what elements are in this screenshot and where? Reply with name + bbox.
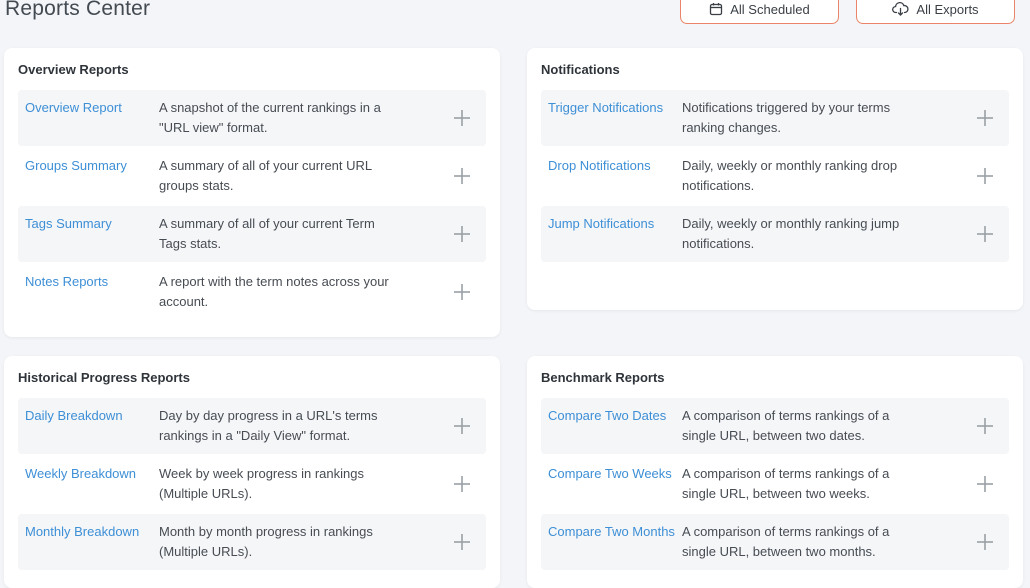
report-row-daily-breakdown: Daily Breakdown Day by day progress in a… [18, 398, 486, 454]
plus-icon[interactable] [452, 282, 472, 302]
report-row-drop-notifications: Drop Notifications Daily, weekly or mont… [541, 148, 1009, 204]
report-description: A report with the term notes across your… [159, 274, 389, 309]
report-link[interactable]: Weekly Breakdown [18, 456, 159, 481]
report-row-monthly-breakdown: Monthly Breakdown Month by month progres… [18, 514, 486, 570]
report-description: A summary of all of your current URL gro… [159, 158, 372, 193]
report-row-weekly-breakdown: Weekly Breakdown Week by week progress i… [18, 456, 486, 512]
notifications-card: Notifications Trigger Notifications Noti… [527, 48, 1023, 310]
report-row-compare-two-weeks: Compare Two Weeks A comparison of terms … [541, 456, 1009, 512]
card-title: Overview Reports [18, 62, 129, 77]
benchmark-reports-card: Benchmark Reports Compare Two Dates A co… [527, 356, 1023, 588]
report-row-tags-summary: Tags Summary A summary of all of your cu… [18, 206, 486, 262]
report-description: A snapshot of the current rankings in a … [159, 100, 381, 135]
report-link[interactable]: Tags Summary [18, 206, 159, 231]
plus-icon[interactable] [452, 474, 472, 494]
plus-icon[interactable] [452, 224, 472, 244]
plus-icon[interactable] [975, 224, 995, 244]
plus-icon[interactable] [452, 416, 472, 436]
report-description: Month by month progress in rankings (Mul… [159, 524, 373, 559]
plus-icon[interactable] [975, 416, 995, 436]
report-description: A comparison of terms rankings of a sing… [682, 408, 890, 443]
report-link[interactable]: Daily Breakdown [18, 398, 159, 423]
overview-reports-card: Overview Reports Overview Report A snaps… [4, 48, 500, 337]
all-scheduled-button[interactable]: All Scheduled [680, 0, 839, 24]
report-link[interactable]: Trigger Notifications [541, 90, 682, 115]
report-link[interactable]: Monthly Breakdown [18, 514, 159, 539]
report-description: Daily, weekly or monthly ranking drop no… [682, 158, 898, 193]
plus-icon[interactable] [975, 474, 995, 494]
card-title: Notifications [541, 62, 620, 77]
report-link[interactable]: Compare Two Weeks [541, 456, 682, 481]
card-title: Benchmark Reports [541, 370, 665, 385]
plus-icon[interactable] [975, 166, 995, 186]
report-link[interactable]: Drop Notifications [541, 148, 682, 173]
all-scheduled-label: All Scheduled [730, 1, 810, 17]
report-description: A comparison of terms rankings of a sing… [682, 466, 890, 501]
report-description: Day by day progress in a URL's terms ran… [159, 408, 378, 443]
all-exports-label: All Exports [916, 1, 979, 17]
plus-icon[interactable] [452, 108, 472, 128]
report-row-groups-summary: Groups Summary A summary of all of your … [18, 148, 486, 204]
report-link[interactable]: Jump Notifications [541, 206, 682, 231]
report-description: A comparison of terms rankings of a sing… [682, 524, 890, 559]
plus-icon[interactable] [452, 166, 472, 186]
report-row-compare-two-months: Compare Two Months A comparison of terms… [541, 514, 1009, 570]
all-exports-button[interactable]: All Exports [856, 0, 1015, 24]
report-link[interactable]: Compare Two Months [541, 514, 682, 539]
calendar-icon [709, 2, 723, 16]
report-description: Notifications triggered by your terms ra… [682, 100, 891, 135]
report-link[interactable]: Groups Summary [18, 148, 159, 173]
report-row-jump-notifications: Jump Notifications Daily, weekly or mont… [541, 206, 1009, 262]
page-title: Reports Center [5, 0, 151, 20]
report-description: A summary of all of your current Term Ta… [159, 216, 375, 251]
plus-icon[interactable] [452, 532, 472, 552]
report-description: Week by week progress in rankings (Multi… [159, 466, 364, 501]
report-link[interactable]: Compare Two Dates [541, 398, 682, 423]
report-link[interactable]: Overview Report [18, 90, 159, 115]
report-row-compare-two-dates: Compare Two Dates A comparison of terms … [541, 398, 1009, 454]
report-description: Daily, weekly or monthly ranking jump no… [682, 216, 900, 251]
cloud-download-icon [892, 2, 909, 16]
historical-progress-reports-card: Historical Progress Reports Daily Breakd… [4, 356, 500, 588]
report-link[interactable]: Notes Reports [18, 264, 159, 289]
report-row-notes-reports: Notes Reports A report with the term not… [18, 264, 486, 320]
report-row-trigger-notifications: Trigger Notifications Notifications trig… [541, 90, 1009, 146]
report-row-overview-report: Overview Report A snapshot of the curren… [18, 90, 486, 146]
plus-icon[interactable] [975, 108, 995, 128]
card-title: Historical Progress Reports [18, 370, 190, 385]
plus-icon[interactable] [975, 532, 995, 552]
